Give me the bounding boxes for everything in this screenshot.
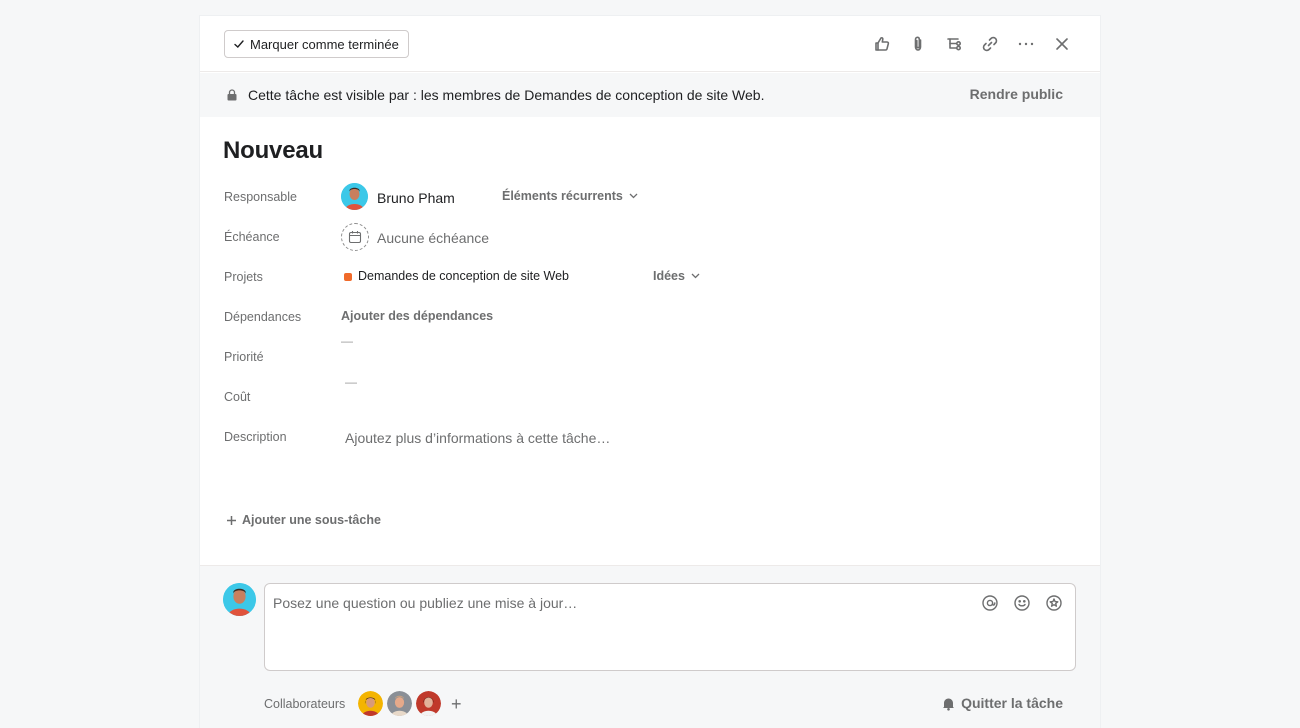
leave-task-button[interactable]: Quitter la tâche	[941, 695, 1063, 711]
project-color-dot	[344, 273, 352, 281]
dependencies-label: Dépendances	[224, 310, 302, 324]
recurring-label: Éléments récurrents	[502, 189, 623, 203]
collaborators-label: Collaborateurs	[264, 697, 346, 711]
comment-footer: Posez une question ou publiez une mise à…	[200, 565, 1100, 728]
bell-icon	[943, 698, 955, 711]
add-subtask-button[interactable]: Ajouter une sous-tâche	[226, 513, 381, 527]
current-user-avatar	[223, 583, 256, 616]
link-icon[interactable]	[978, 32, 1002, 56]
comment-placeholder: Posez une question ou publiez une mise à…	[273, 595, 578, 611]
close-icon[interactable]	[1050, 32, 1074, 56]
description-label: Description	[224, 430, 287, 444]
assignee-avatar[interactable]	[341, 183, 368, 210]
add-subtask-label: Ajouter une sous-tâche	[242, 513, 381, 527]
projects-label: Projets	[224, 270, 263, 284]
cost-label: Coût	[224, 390, 251, 404]
collaborator-list: +	[358, 691, 462, 716]
section-name: Idées	[653, 269, 685, 283]
make-public-button[interactable]: Rendre public	[970, 86, 1063, 102]
assignee-label: Responsable	[224, 190, 297, 204]
task-title[interactable]: Nouveau	[223, 137, 323, 165]
priority-label: Priorité	[224, 350, 264, 364]
chevron-down-icon	[629, 193, 638, 199]
collaborator-avatar[interactable]	[416, 691, 441, 716]
add-dependencies-button[interactable]: Ajouter des dépendances	[341, 309, 493, 323]
due-date-label: Échéance	[224, 230, 280, 244]
lock-icon	[227, 89, 237, 101]
collaborator-avatar[interactable]	[358, 691, 383, 716]
emoji-icon[interactable]	[1013, 594, 1031, 612]
cost-value[interactable]: —	[345, 375, 357, 389]
mention-icon[interactable]	[981, 594, 999, 612]
mark-complete-button[interactable]: Marquer comme terminée	[224, 30, 409, 58]
task-detail-panel: Marquer comme terminée Cette tâche est v…	[200, 16, 1100, 728]
privacy-text: Cette tâche est visible par : les membre…	[248, 87, 765, 103]
comment-input[interactable]: Posez une question ou publiez une mise à…	[264, 583, 1076, 671]
calendar-icon[interactable]	[341, 223, 369, 251]
thumbs-up-icon[interactable]	[870, 32, 894, 56]
chevron-down-icon	[691, 273, 700, 279]
leave-task-label: Quitter la tâche	[961, 695, 1063, 711]
plus-icon	[227, 515, 236, 525]
subtask-icon[interactable]	[942, 32, 966, 56]
due-date-value[interactable]: Aucune échéance	[377, 230, 489, 246]
recurring-dropdown[interactable]: Éléments récurrents	[502, 189, 638, 203]
project-name[interactable]: Demandes de conception de site Web	[358, 269, 569, 283]
collaborator-avatar[interactable]	[387, 691, 412, 716]
check-icon	[234, 40, 244, 48]
section-dropdown[interactable]: Idées	[653, 269, 700, 283]
toolbar-actions	[870, 32, 1074, 56]
mark-complete-label: Marquer comme terminée	[250, 36, 399, 52]
task-toolbar: Marquer comme terminée	[200, 16, 1100, 72]
comment-tools	[981, 594, 1063, 612]
add-collaborator-button[interactable]: +	[451, 695, 462, 713]
paperclip-icon[interactable]	[906, 32, 930, 56]
star-icon[interactable]	[1045, 594, 1063, 612]
more-icon[interactable]	[1014, 32, 1038, 56]
priority-value[interactable]: —	[341, 334, 353, 348]
assignee-name[interactable]: Bruno Pham	[377, 190, 455, 206]
privacy-banner: Cette tâche est visible par : les membre…	[200, 73, 1100, 117]
description-input[interactable]: Ajoutez plus d’informations à cette tâch…	[345, 430, 610, 446]
